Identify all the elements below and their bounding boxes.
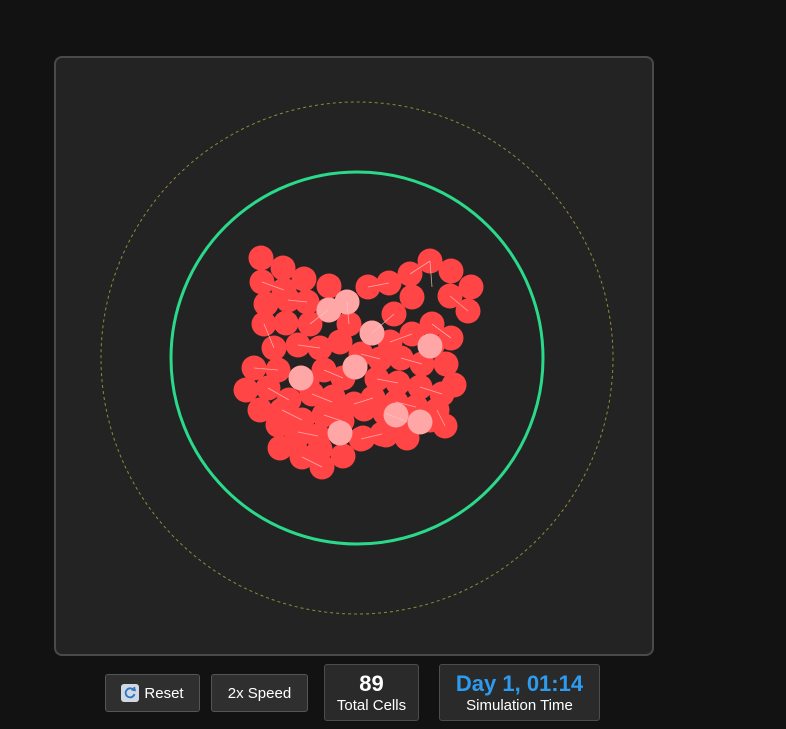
speed-button[interactable]: 2x Speed xyxy=(211,674,308,712)
cell xyxy=(438,258,464,284)
cell xyxy=(327,329,353,355)
total-cells-value: 89 xyxy=(359,671,384,696)
simulation-canvas xyxy=(54,56,654,656)
cell xyxy=(273,310,299,336)
refresh-icon xyxy=(121,684,140,702)
cell xyxy=(441,372,467,398)
cell xyxy=(330,443,356,469)
reset-label: Reset xyxy=(144,684,184,702)
cell-cluster xyxy=(233,245,484,480)
dividing-cell xyxy=(417,333,443,359)
cell xyxy=(351,396,377,422)
reset-button[interactable]: Reset xyxy=(105,674,200,712)
simulation-time-value: Day 1, 01:14 xyxy=(455,671,584,696)
speed-label: 2x Speed xyxy=(227,684,292,702)
cell xyxy=(284,424,310,450)
cell xyxy=(399,284,425,310)
total-cells-label: Total Cells xyxy=(336,697,407,714)
cell xyxy=(350,425,376,451)
cell xyxy=(307,436,333,462)
cell xyxy=(320,384,346,410)
cell xyxy=(248,245,274,271)
simulation-view xyxy=(100,101,614,615)
dividing-cell xyxy=(288,365,314,391)
dividing-cell xyxy=(383,402,409,428)
simulation-time-label: Simulation Time xyxy=(466,697,573,714)
dividing-cell xyxy=(327,420,353,446)
dividing-cell xyxy=(407,409,433,435)
total-cells-stat: 89 Total Cells xyxy=(324,664,419,721)
dividing-cell xyxy=(342,354,368,380)
simulation-time-stat: Day 1, 01:14 Simulation Time xyxy=(439,664,600,721)
